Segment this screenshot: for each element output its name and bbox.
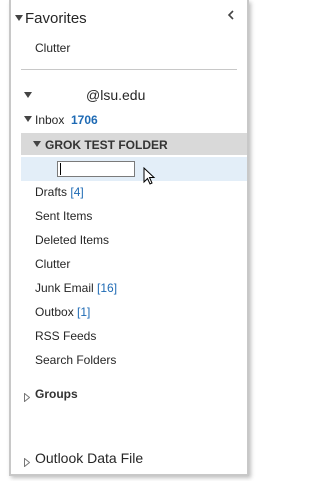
groups-expand-toggle[interactable] (24, 389, 31, 407)
folder-junk-email[interactable]: Junk Email [16] (35, 281, 117, 295)
triangle-down-icon (24, 116, 32, 122)
folder-count: [16] (97, 281, 118, 295)
inbox-unread-count: 1706 (71, 113, 98, 127)
groups-header[interactable]: Groups (35, 387, 78, 401)
outlook-data-file[interactable]: Outlook Data File (35, 450, 143, 466)
folder-sent-items[interactable]: Sent Items (35, 209, 92, 223)
account-name[interactable]: @lsu.edu (86, 87, 145, 103)
folder-count: [1] (77, 305, 91, 319)
triangle-right-icon (24, 457, 31, 468)
folder-label: Search Folders (35, 353, 117, 367)
folder-rss-feeds[interactable]: RSS Feeds (35, 329, 96, 343)
folder-clutter[interactable]: Clutter (35, 257, 70, 271)
folder-count: [4] (70, 185, 84, 199)
folder-label: Sent Items (35, 209, 93, 223)
data-file-expand-toggle[interactable] (24, 454, 31, 472)
folder-drafts[interactable]: Drafts [4] (35, 185, 84, 199)
folder-label: Deleted Items (35, 233, 110, 247)
new-folder-name-input[interactable] (57, 161, 135, 177)
triangle-right-icon (24, 392, 31, 403)
folder-label: RSS Feeds (35, 329, 97, 343)
folder-pane: Favorites Clutter @lsu.edu Inbox 1706 GR… (9, 0, 249, 476)
mouse-pointer-icon (143, 167, 156, 185)
collapse-pane-button[interactable] (225, 8, 239, 22)
favorites-item-clutter[interactable]: Clutter (35, 41, 70, 55)
text-caret (60, 163, 61, 175)
triangle-down-icon (33, 141, 41, 147)
folder-grok-test[interactable]: GROK TEST FOLDER (45, 138, 168, 152)
favorites-header[interactable]: Favorites (25, 10, 87, 27)
folder-label: Drafts (35, 185, 68, 199)
folder-search-folders[interactable]: Search Folders (35, 353, 116, 367)
folder-outbox[interactable]: Outbox [1] (35, 305, 90, 319)
folder-inbox[interactable]: Inbox (35, 113, 64, 127)
triangle-down-icon (15, 15, 23, 21)
folder-label: Outbox (35, 305, 74, 319)
chevron-left-icon (227, 10, 234, 20)
folder-label: Clutter (35, 257, 71, 271)
divider (21, 69, 237, 70)
folder-deleted-items[interactable]: Deleted Items (35, 233, 109, 247)
triangle-down-icon (24, 92, 32, 98)
folder-label: Junk Email (35, 281, 94, 295)
